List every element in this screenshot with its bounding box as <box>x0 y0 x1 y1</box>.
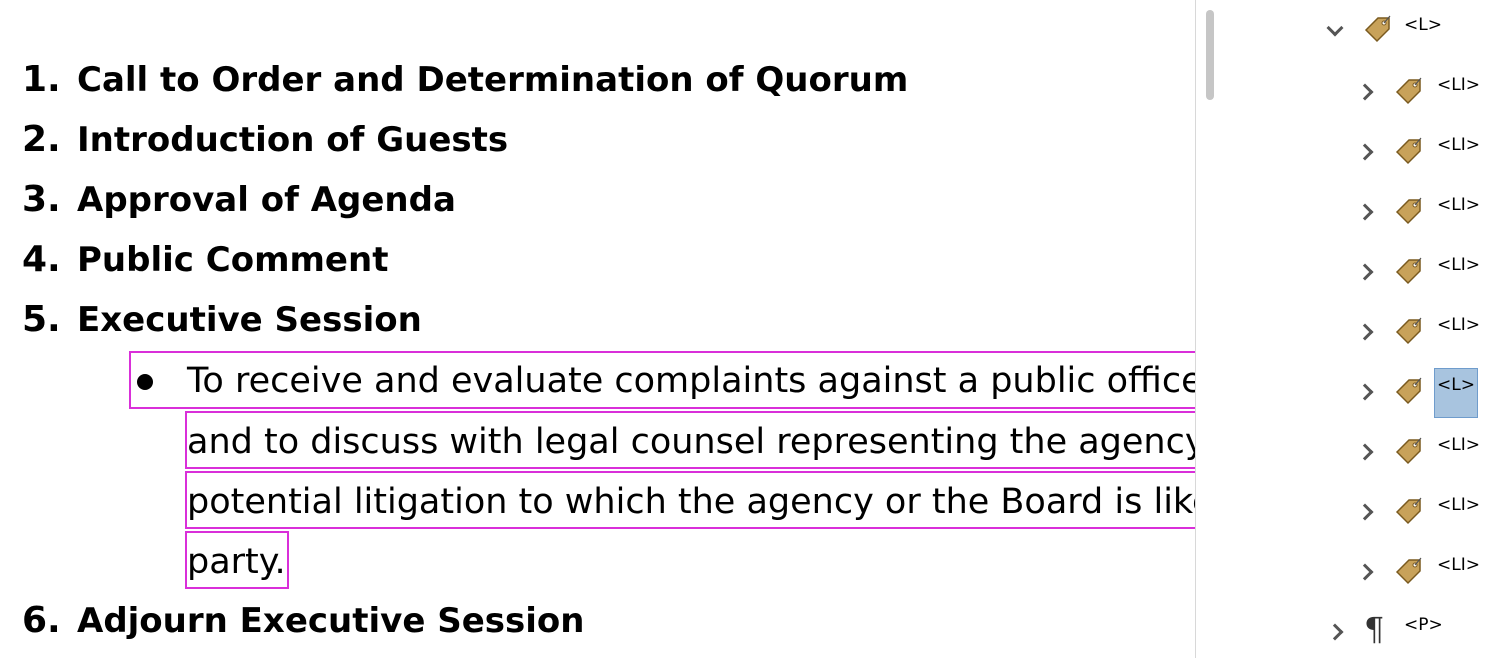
item-number: 4. <box>22 239 61 280</box>
tree-node-list-item[interactable]: <LI> <box>1355 310 1485 354</box>
tag-icon <box>1395 137 1422 165</box>
chevron-right-icon[interactable] <box>1326 623 1344 641</box>
chevron-right-icon[interactable] <box>1356 503 1374 521</box>
paragraph-icon: ¶ <box>1364 610 1385 648</box>
tag-icon <box>1395 197 1422 225</box>
scrollbar-thumb[interactable] <box>1206 10 1214 100</box>
selection-highlight <box>185 411 1195 469</box>
tag-icon <box>1364 15 1391 43</box>
tree-node-list-item[interactable]: <LI> <box>1355 550 1485 594</box>
item-number: 2. <box>22 119 61 160</box>
tag-label: <LI> <box>1437 135 1480 155</box>
agenda-item: 1. Call to Order and Determination of Quo… <box>22 59 909 101</box>
tag-label: <LI> <box>1437 435 1480 455</box>
selection-highlight <box>185 531 289 589</box>
agenda-item: 2. Introduction of Guests <box>22 119 509 161</box>
tag-label: <P> <box>1404 615 1443 635</box>
item-text: Introduction of Guests <box>77 120 509 160</box>
tree-node-list-item[interactable]: <LI> <box>1355 70 1485 114</box>
item-number: 5. <box>22 299 61 340</box>
tree-node-list-item[interactable]: <LI> <box>1355 430 1485 474</box>
tag-icon <box>1395 497 1422 525</box>
tag-icon <box>1395 257 1422 285</box>
item-number: 1. <box>22 59 61 100</box>
agenda-item: 6. Adjourn Executive Session <box>22 600 585 642</box>
tag-icon <box>1395 317 1422 345</box>
chevron-right-icon[interactable] <box>1356 263 1374 281</box>
tag-label: <LI> <box>1437 75 1480 95</box>
tree-node-root-list[interactable]: <L> <box>1320 10 1480 54</box>
tag-label: <LI> <box>1437 195 1480 215</box>
item-text: Public Comment <box>77 240 389 280</box>
chevron-right-icon[interactable] <box>1356 443 1374 461</box>
tree-node-list-item[interactable]: <LI> <box>1355 250 1485 294</box>
selection-highlight <box>129 351 1195 409</box>
tag-label: <LI> <box>1437 255 1480 275</box>
selection-highlight <box>185 471 1195 529</box>
item-text: Adjourn Executive Session <box>77 601 585 641</box>
item-text: Executive Session <box>77 300 422 340</box>
agenda-item: 4. Public Comment <box>22 239 389 281</box>
document-view[interactable]: 1. Call to Order and Determination of Quo… <box>0 0 1195 658</box>
chevron-right-icon[interactable] <box>1356 83 1374 101</box>
tree-node-list-item[interactable]: <LI> <box>1355 190 1485 234</box>
chevron-down-icon[interactable] <box>1326 19 1344 37</box>
tree-node-list-item[interactable]: <LI> <box>1355 130 1485 174</box>
tag-label: <LI> <box>1437 315 1480 335</box>
agenda-item: 5. Executive Session <box>22 299 422 341</box>
tag-icon <box>1395 437 1422 465</box>
tag-icon <box>1395 557 1422 585</box>
chevron-right-icon[interactable] <box>1356 323 1374 341</box>
tree-node-list-item[interactable]: <LI> <box>1355 490 1485 534</box>
chevron-right-icon[interactable] <box>1356 383 1374 401</box>
chevron-right-icon[interactable] <box>1356 143 1374 161</box>
tree-node-nested-list-selected[interactable]: <L> <box>1355 368 1485 418</box>
agenda-item: 3. Approval of Agenda <box>22 179 456 221</box>
tag-icon <box>1395 77 1422 105</box>
tag-icon <box>1395 377 1422 405</box>
item-number: 3. <box>22 179 61 220</box>
item-text: Approval of Agenda <box>77 180 456 220</box>
chevron-right-icon[interactable] <box>1356 203 1374 221</box>
tag-label: <LI> <box>1437 555 1480 575</box>
chevron-right-icon[interactable] <box>1356 563 1374 581</box>
item-number: 6. <box>22 600 61 641</box>
tree-node-paragraph[interactable]: ¶ <P> <box>1320 610 1480 654</box>
tag-label: <LI> <box>1437 495 1480 515</box>
tag-label: <L> <box>1437 375 1475 395</box>
tag-label: <L> <box>1404 15 1442 35</box>
item-text: Call to Order and Determination of Quoru… <box>77 60 909 100</box>
